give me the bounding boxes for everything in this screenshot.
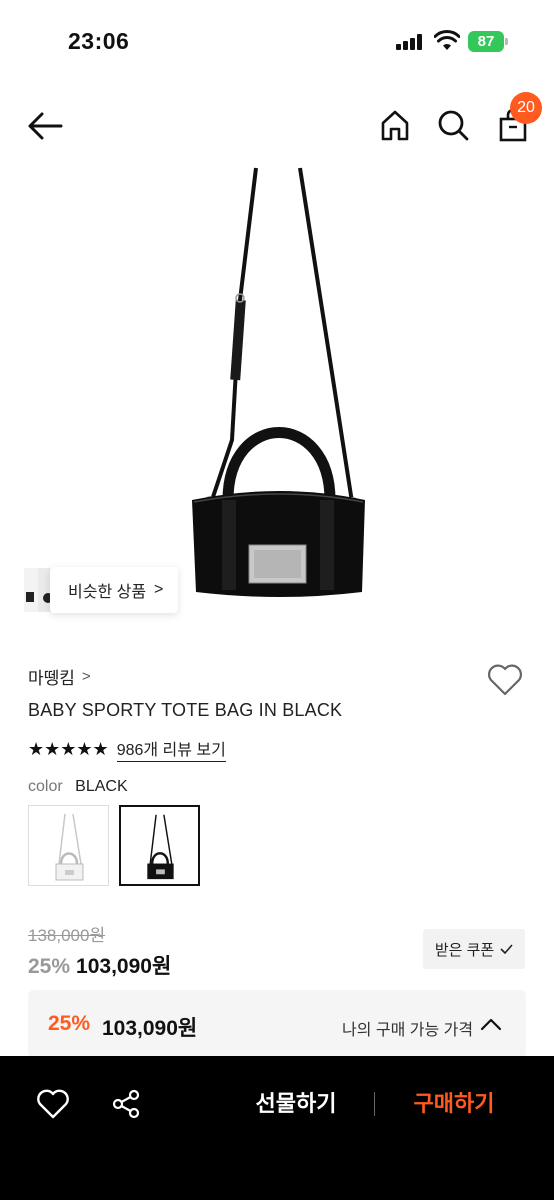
battery-level: 87 — [468, 31, 504, 52]
buy-button[interactable]: 구매하기 — [398, 1084, 510, 1124]
top-nav — [0, 92, 554, 162]
sale-price: 103,090원 — [76, 955, 172, 978]
product-name: BABY SPORTY TOTE BAG IN BLACK — [28, 700, 343, 720]
chevron-right-icon: > — [81, 668, 91, 685]
chevron-right-icon: > — [154, 581, 164, 598]
similar-products-button[interactable]: 비슷한 상품 > — [50, 567, 178, 613]
my-purchase-price-panel[interactable]: 25% 103,090원 나의 구매 가능 가격 — [28, 990, 526, 1058]
my-discount-rate: 25% — [48, 1012, 91, 1035]
black-bag-thumbnail — [147, 814, 174, 880]
divider — [374, 1092, 375, 1116]
heart-icon[interactable] — [486, 662, 524, 698]
battery-icon: 87 — [468, 31, 508, 52]
status-bar: 23:06 87 — [0, 0, 554, 80]
review-link[interactable]: 986개 리뷰 보기 — [116, 736, 226, 762]
home-icon[interactable] — [378, 108, 412, 142]
cart-count-badge: 20 — [510, 92, 542, 124]
original-price: 138,000원 — [28, 926, 106, 945]
my-purchase-price: 103,090원 — [102, 1017, 198, 1040]
status-time: 23:06 — [68, 28, 130, 54]
arrow-left-icon[interactable] — [26, 110, 64, 142]
chevron-up-icon[interactable] — [480, 1014, 502, 1034]
discount-rate: 25% — [28, 955, 71, 978]
rating-row: ★★★★★ 986개 리뷰 보기 — [28, 736, 226, 762]
search-icon[interactable] — [436, 108, 470, 142]
gift-button[interactable]: 선물하기 — [240, 1084, 352, 1124]
brand-link[interactable]: 마뗑킴 > — [28, 664, 91, 689]
cellular-signal-icon — [396, 34, 424, 50]
color-value: BLACK — [75, 778, 128, 795]
color-swatch-white[interactable] — [28, 805, 109, 886]
color-swatch-black[interactable] — [119, 805, 200, 886]
color-row: color BLACK — [28, 778, 128, 796]
bottom-action-bar: 선물하기 구매하기 — [0, 1056, 554, 1200]
coupon-label: 받은 쿠폰 — [434, 941, 495, 959]
star-rating-icon: ★★★★★ — [28, 738, 109, 759]
share-icon[interactable] — [110, 1088, 142, 1120]
white-bag-thumbnail — [55, 813, 84, 881]
my-purchase-price-label: 나의 구매 가능 가격 — [342, 1022, 474, 1039]
brand-name: 마뗑킴 — [28, 669, 75, 688]
wifi-icon — [434, 30, 460, 50]
product-image[interactable] — [140, 160, 420, 620]
received-coupon-button[interactable]: 받은 쿠폰 — [423, 929, 525, 969]
similar-products-label: 비슷한 상품 — [68, 584, 147, 601]
heart-icon[interactable] — [36, 1088, 70, 1120]
color-label: color — [28, 778, 63, 795]
price-row: 25% 103,090원 — [28, 950, 171, 980]
check-icon — [500, 944, 513, 954]
